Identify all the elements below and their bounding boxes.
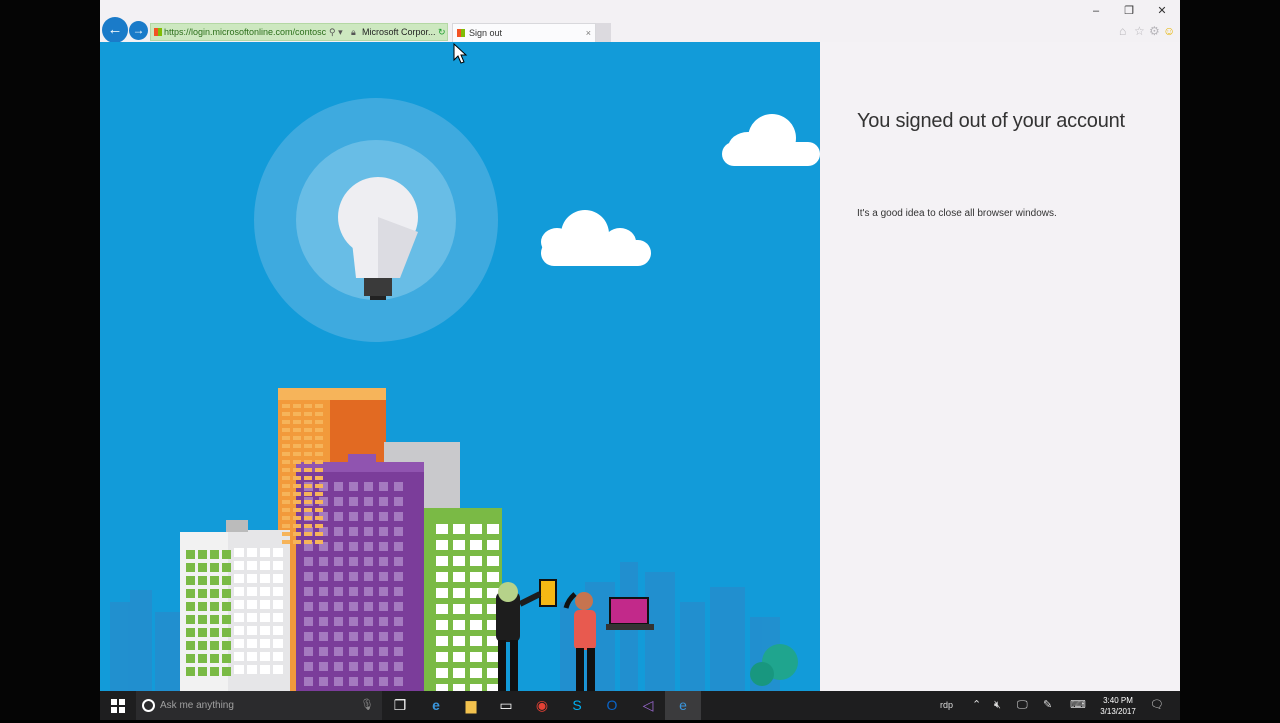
cortana-search-box[interactable]: Ask me anything 🎙︎ (136, 691, 382, 720)
desktop: ← → https://login.microsoftonline.com/co… (0, 0, 1280, 720)
mouse-cursor-icon (453, 43, 468, 64)
volume-muted-icon[interactable]: 🔇︎ (994, 691, 1001, 720)
page-title: You signed out of your account (857, 110, 1125, 132)
outlook-icon: O (606, 697, 618, 713)
show-hidden-icons-icon[interactable]: ⌃ (972, 691, 981, 720)
skype-icon: S (572, 697, 582, 713)
rdp-label: rdp (940, 700, 954, 710)
certificate-label[interactable]: Microsoft Corpor... (362, 24, 438, 40)
browser-chrome: ← → https://login.microsoftonline.com/co… (100, 0, 1180, 43)
system-clock[interactable]: 3:40 PM 3/13/2017 (1093, 695, 1143, 717)
restore-button[interactable]: ❐ (1114, 2, 1144, 20)
network-icon[interactable]: 🖵︎ (1017, 691, 1028, 720)
chrome-icon: ◉ (535, 697, 549, 713)
visual-studio-button[interactable]: ◁ (630, 691, 666, 720)
start-button[interactable] (100, 691, 136, 720)
city-lightbulb-illustration (110, 98, 820, 691)
browser-window: ← → https://login.microsoftonline.com/co… (100, 0, 1180, 691)
visual-studio-icon: ◁ (642, 697, 654, 713)
address-bar[interactable]: https://login.microsoftonline.com/contos… (150, 23, 448, 41)
clock-time: 3:40 PM (1103, 696, 1133, 705)
edge-button[interactable]: e (418, 691, 454, 720)
skype-button[interactable]: S (559, 691, 595, 720)
lock-icon[interactable]: 🔒︎ (351, 24, 356, 40)
task-view-button[interactable]: ❐ (382, 691, 418, 720)
arrow-left-icon: ← (107, 21, 123, 38)
taskbar: Ask me anything 🎙︎ ❐ e ▆ ▭ ◉ S O ◁ e rdp… (100, 691, 1180, 720)
edge-icon: e (432, 697, 440, 713)
home-icon[interactable]: ⌂ (1119, 24, 1126, 38)
forward-button[interactable]: → (129, 21, 148, 40)
favorites-star-icon[interactable]: ☆ (1134, 24, 1145, 38)
gear-icon[interactable]: ⚙ (1149, 24, 1160, 38)
minimize-button[interactable]: – (1081, 2, 1111, 20)
internet-explorer-button[interactable]: e (665, 691, 701, 720)
tab-favicon-icon (457, 29, 465, 37)
outlook-button[interactable]: O (594, 691, 630, 720)
terminal-icon: ▭ (499, 697, 513, 713)
refresh-icon[interactable]: ↻ (438, 24, 446, 40)
action-center-icon[interactable]: 🗨︎ (1150, 691, 1164, 720)
new-tab-button[interactable] (596, 23, 611, 42)
pen-icon[interactable]: ✎ (1043, 691, 1052, 720)
close-button[interactable]: ✕ (1147, 2, 1177, 20)
search-placeholder: Ask me anything (160, 700, 234, 711)
task-view-icon: ❐ (393, 697, 407, 713)
tab-sign-out[interactable]: Sign out × (452, 23, 596, 42)
clock-date: 3/13/2017 (1100, 707, 1136, 716)
tab-close-icon[interactable]: × (586, 24, 591, 42)
hero-illustration (100, 42, 820, 691)
arrow-right-icon: → (132, 23, 145, 37)
sign-out-panel: You signed out of your account It's a go… (820, 42, 1180, 691)
internet-explorer-icon: e (679, 697, 687, 713)
file-explorer-button[interactable]: ▆ (453, 691, 489, 720)
site-favicon-icon (154, 28, 162, 36)
terminal-button[interactable]: ▭ (488, 691, 524, 720)
windows-logo-icon (111, 699, 125, 713)
feedback-smile-icon[interactable]: ☺ (1163, 24, 1175, 38)
keyboard-icon[interactable]: ⌨︎ (1070, 691, 1086, 720)
search-dropdown-icon[interactable]: ⚲ ▾ (329, 24, 349, 40)
microphone-icon[interactable]: 🎙︎ (360, 691, 374, 720)
address-url[interactable]: https://login.microsoftonline.com/contos… (164, 24, 328, 40)
cortana-icon (142, 699, 155, 712)
folder-icon: ▆ (465, 697, 477, 713)
back-button[interactable]: ← (102, 17, 128, 43)
tab-label: Sign out (469, 28, 503, 38)
sign-out-message: It's a good idea to close all browser wi… (857, 208, 1057, 219)
chrome-button[interactable]: ◉ (524, 691, 560, 720)
